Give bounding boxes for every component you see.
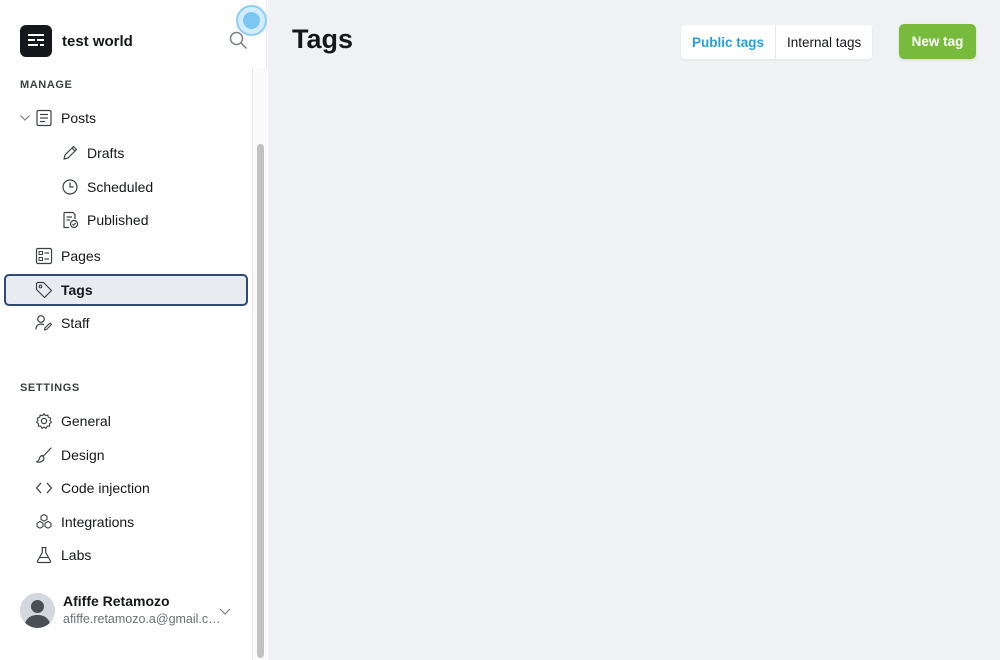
posts-icon [35, 109, 53, 127]
sidebar-item-label: General [61, 413, 111, 429]
brush-icon [35, 446, 53, 464]
sidebar-item-label: Posts [61, 110, 97, 126]
published-icon [61, 211, 79, 229]
sidebar-item-published[interactable]: Published [4, 204, 248, 236]
chevron-down-icon[interactable] [19, 112, 31, 124]
tab-public-tags[interactable]: Public tags [681, 25, 777, 59]
new-tag-button[interactable]: New tag [899, 24, 976, 59]
sidebar-item-staff[interactable]: Staff [4, 307, 248, 339]
sidebar-item-label: Tags [61, 282, 93, 298]
sidebar-item-label: Pages [61, 248, 101, 264]
avatar [20, 593, 55, 628]
sidebar-item-label: Drafts [87, 145, 125, 161]
sidebar-item-scheduled[interactable]: Scheduled [4, 171, 248, 203]
pencil-icon [61, 144, 79, 162]
tab-internal-tags[interactable]: Internal tags [776, 25, 873, 59]
site-header: test world [20, 24, 250, 58]
sidebar-item-label: Labs [61, 547, 92, 563]
sidebar-item-general[interactable]: General [4, 405, 248, 437]
tag-type-tabs: Public tags Internal tags [681, 25, 873, 59]
user-silhouette-icon [20, 593, 55, 628]
integrations-icon [35, 513, 53, 531]
gear-icon [35, 412, 53, 430]
pages-icon [35, 247, 53, 265]
staff-icon [35, 314, 53, 332]
manage-section-label: MANAGE [20, 79, 73, 91]
sidebar-content: test world MANAGE Posts Drafts Scheduled… [0, 0, 267, 660]
scrollbar-thumb[interactable] [257, 144, 264, 658]
sidebar-item-label: Scheduled [87, 179, 154, 195]
sidebar: test world MANAGE Posts Drafts Scheduled… [0, 0, 267, 660]
sidebar-item-design[interactable]: Design [4, 439, 248, 471]
site-logo[interactable] [20, 25, 52, 57]
sidebar-item-label: Design [61, 447, 105, 463]
site-title: test world [62, 32, 133, 50]
tag-icon [35, 281, 53, 299]
sidebar-item-labs[interactable]: Labs [4, 539, 248, 571]
cursor-focus-indicator [236, 5, 267, 36]
logo-icon [28, 34, 44, 46]
sidebar-item-label: Published [87, 212, 149, 228]
settings-section-label: SETTINGS [20, 382, 80, 394]
main-content: Tags Public tags Internal tags New tag [268, 0, 1000, 660]
sidebar-item-label: Integrations [61, 514, 135, 530]
sidebar-item-label: Code injection [61, 480, 150, 496]
user-name: Afiffe Retamozo [63, 593, 170, 609]
user-menu[interactable]: Afiffe Retamozo afiffe.retamozo.a@gmail.… [20, 590, 240, 634]
sidebar-item-pages[interactable]: Pages [4, 240, 248, 272]
flask-icon [35, 546, 53, 564]
sidebar-item-integrations[interactable]: Integrations [4, 506, 248, 538]
sidebar-item-posts[interactable]: Posts [4, 102, 248, 134]
sidebar-scrollbar[interactable] [252, 68, 267, 660]
clock-icon [61, 178, 79, 196]
page-title: Tags [292, 24, 354, 54]
sidebar-item-drafts[interactable]: Drafts [4, 137, 248, 169]
code-icon [35, 479, 53, 497]
user-email: afiffe.retamozo.a@gmail.com [63, 612, 223, 626]
sidebar-item-label: Staff [61, 315, 90, 331]
chevron-down-icon[interactable] [218, 604, 232, 618]
sidebar-item-code-injection[interactable]: Code injection [4, 472, 248, 504]
sidebar-item-tags[interactable]: Tags [4, 274, 248, 306]
